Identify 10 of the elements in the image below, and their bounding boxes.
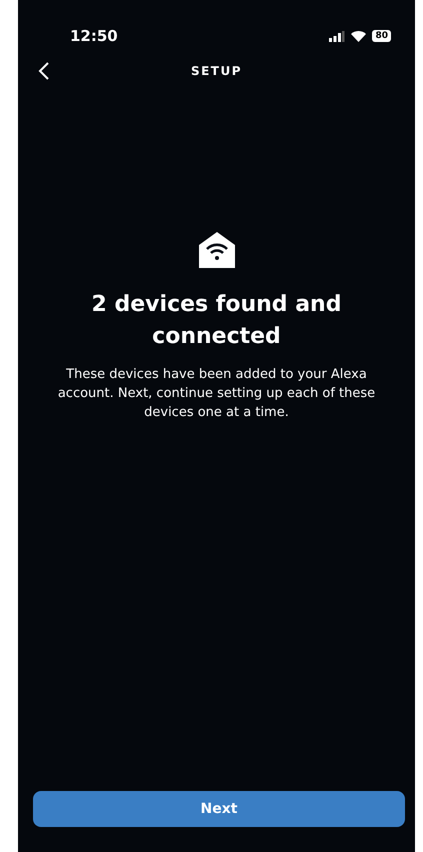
description: These devices have been added to your Alexa account. Next, continue setting up each of these devices one at a time. [56,366,376,422]
signal-icon [329,30,346,42]
next-button[interactable]: Next [33,791,405,827]
page-title: SETUP [190,64,242,78]
back-icon[interactable] [38,61,50,81]
status-time: 12:50 [70,27,118,45]
home-wifi-icon [198,231,236,269]
battery-level: 80 [372,30,391,42]
wifi-icon [351,30,366,42]
heading: 2 devices found and connected [90,291,342,351]
